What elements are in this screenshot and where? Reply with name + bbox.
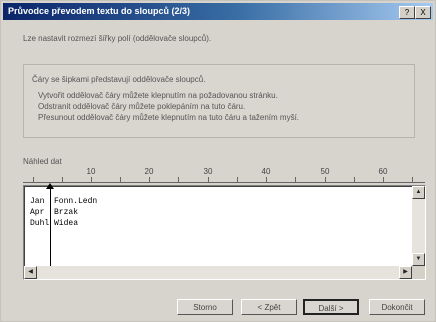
vertical-scrollbar[interactable]: ▲ ▼ xyxy=(412,186,425,266)
next-button[interactable]: Další > xyxy=(303,299,359,315)
data-preview[interactable]: Jan Fonn.Ledn Apr Brzak Duhl Widea ▲ ▼ ◀… xyxy=(23,183,426,280)
preview-row: Jan Fonn.Ledn xyxy=(30,197,98,206)
window-title: Průvodce převodem textu do sloupců (2/3) xyxy=(8,6,191,16)
horizontal-scrollbar[interactable]: ◀ ▶ xyxy=(24,266,412,279)
info-box: Čáry se šipkami představují oddělovače s… xyxy=(23,64,415,138)
column-break-arrow-icon[interactable] xyxy=(46,183,54,189)
info-line: Odstranit oddělovač čáry můžete poklepán… xyxy=(38,102,246,111)
scroll-up-icon[interactable]: ▲ xyxy=(412,186,425,199)
back-button[interactable]: < Zpět xyxy=(241,299,297,315)
help-button[interactable]: ? xyxy=(399,6,415,19)
preview-rows: Jan Fonn.Ledn Apr Brzak Duhl Widea xyxy=(30,196,97,229)
column-ruler[interactable]: 10 20 30 40 50 60 xyxy=(23,167,425,185)
scroll-down-icon[interactable]: ▼ xyxy=(412,253,425,266)
ruler-number: 20 xyxy=(144,167,154,176)
title-bar: Průvodce převodem textu do sloupců (2/3)… xyxy=(3,3,433,20)
scroll-right-icon[interactable]: ▶ xyxy=(399,266,412,279)
preview-row: Duhl Widea xyxy=(30,219,79,228)
preview-row: Apr Brzak xyxy=(30,208,79,217)
ruler-number: 60 xyxy=(378,167,388,176)
ruler-number: 10 xyxy=(86,167,96,176)
ruler-number: 30 xyxy=(203,167,213,176)
cancel-button[interactable]: Storno xyxy=(177,299,233,315)
scroll-left-icon[interactable]: ◀ xyxy=(24,266,37,279)
close-button[interactable]: X xyxy=(415,6,431,19)
scrollbar-corner xyxy=(412,266,425,279)
info-line: Přesunout oddělovač čáry můžete klepnutí… xyxy=(38,113,300,122)
ruler-baseline xyxy=(23,182,425,183)
wizard-dialog: Průvodce převodem textu do sloupců (2/3)… xyxy=(0,0,436,322)
info-line: Vytvořit oddělovač čáry můžete klepnutím… xyxy=(38,91,278,100)
ruler-number: 40 xyxy=(261,167,271,176)
finish-button[interactable]: Dokončit xyxy=(369,299,425,315)
ruler-number: 50 xyxy=(320,167,330,176)
intro-text: Lze nastavit rozmezí šířky polí (oddělov… xyxy=(23,34,212,43)
info-heading: Čáry se šipkami představují oddělovače s… xyxy=(32,75,206,84)
preview-label: Náhled dat xyxy=(23,157,62,166)
